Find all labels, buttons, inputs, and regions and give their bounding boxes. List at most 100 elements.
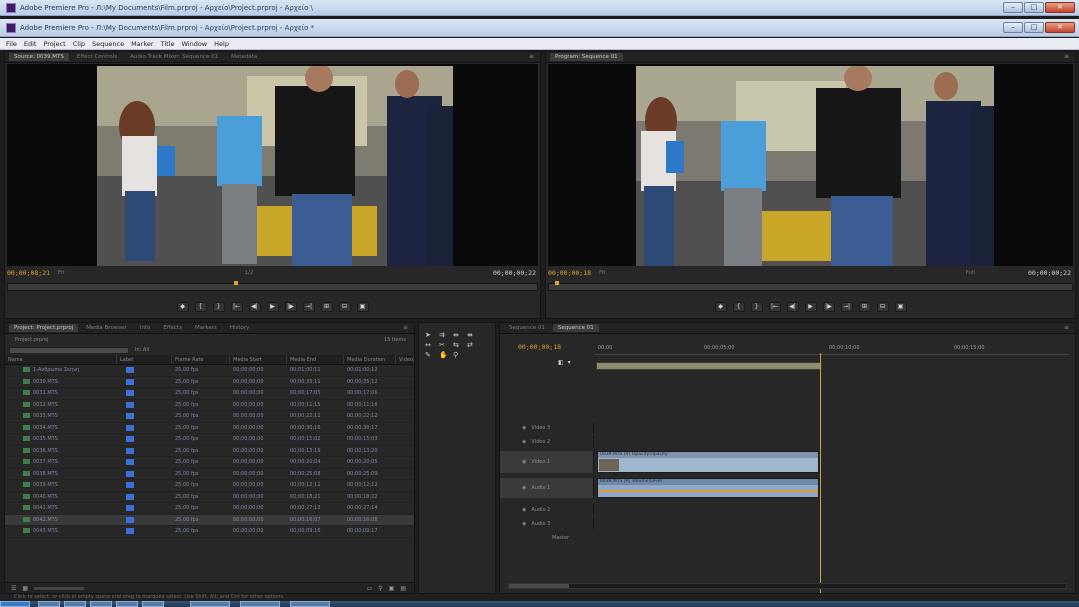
snap-icon[interactable]: ◧	[558, 359, 564, 366]
program-playhead[interactable]	[555, 281, 559, 285]
add-marker-icon[interactable]: ▾	[568, 359, 571, 366]
taskbar-app-2[interactable]	[64, 601, 86, 607]
project-item-row[interactable]: 0031.MTS 25,00 fps 00;00;00;00 00;00;17;05 0…	[5, 388, 414, 400]
project-item-row[interactable]: 0036.MTS 25,00 fps 00;00;00;00 00;00;13;19 0…	[5, 446, 414, 457]
source-resolution-select[interactable]: 1/2	[245, 270, 254, 276]
overwrite-button[interactable]: ⊟	[338, 302, 351, 312]
taskbar-app-4[interactable]	[116, 601, 138, 607]
timeline-current-timecode[interactable]: 00;00;00;18	[518, 343, 561, 351]
extract-button[interactable]: ⊟	[876, 302, 889, 312]
source-playhead[interactable]	[234, 281, 238, 285]
tab-metadata[interactable]: Metadata	[226, 53, 262, 61]
taskbar-app-6[interactable]	[190, 601, 230, 607]
toggle-output-icon[interactable]: ◉	[522, 425, 526, 431]
menu-sequence[interactable]: Sequence	[92, 40, 124, 48]
lift-button[interactable]: ⊞	[858, 302, 871, 312]
menu-file[interactable]: File	[6, 40, 17, 48]
tab-media-browser[interactable]: Media Browser	[81, 324, 132, 332]
mark-out-button[interactable]: }	[212, 302, 225, 312]
timeline-playhead[interactable]	[820, 353, 821, 593]
menu-window[interactable]: Window	[181, 40, 207, 48]
project-item-row[interactable]: 0039.MTS 25,00 fps 00;00;00;00 00;00;12;11 0…	[5, 480, 414, 492]
source-scrub-bar[interactable]	[7, 281, 538, 291]
icon-view-icon[interactable]: ▦	[22, 585, 28, 592]
hand-tool-icon[interactable]: ✋	[439, 351, 451, 359]
tab-sequence-01-b[interactable]: Sequence 01	[552, 324, 599, 332]
maximize-button[interactable]: □	[1024, 22, 1044, 33]
mark-out-button[interactable]: }	[750, 302, 763, 312]
column-media-end[interactable]: Media End	[287, 355, 344, 364]
project-item-row[interactable]: 0042.MTS 25,00 fps 00;00;00;00 00;00;16;07 0…	[5, 514, 414, 526]
panel-menu-icon[interactable]: ≡	[529, 53, 534, 60]
selection-tool-icon[interactable]: ➤	[425, 331, 437, 339]
project-item-row[interactable]: 0037.MTS 25,00 fps 00;00;00;00 00;00;20;04 0…	[5, 457, 414, 469]
menu-title[interactable]: Title	[161, 40, 175, 48]
work-area-bar[interactable]	[596, 362, 822, 370]
tab-info[interactable]: Info	[135, 324, 155, 332]
step-forward-button[interactable]: |▶	[284, 302, 297, 312]
play-button[interactable]: ▶	[266, 302, 279, 312]
rate-stretch-tool-icon[interactable]: ↔	[425, 341, 437, 349]
panel-menu-icon[interactable]: ≡	[1064, 53, 1069, 60]
toggle-output-icon[interactable]: ◉	[522, 439, 526, 445]
program-current-timecode[interactable]: 00;00;00;18	[548, 269, 591, 277]
mark-in-button[interactable]: {	[194, 302, 207, 312]
source-current-timecode[interactable]: 00;00;08;21	[7, 269, 50, 277]
toggle-track-icon[interactable]: ◉	[522, 485, 526, 491]
menu-clip[interactable]: Clip	[73, 40, 85, 48]
tab-sequence-01-a[interactable]: Sequence 01	[504, 324, 550, 332]
menu-edit[interactable]: Edit	[24, 40, 37, 48]
add-marker-button[interactable]: ◆	[176, 302, 189, 312]
go-to-in-button[interactable]: |←	[768, 302, 781, 312]
source-zoom-select[interactable]: Fit	[58, 270, 64, 276]
panel-menu-icon[interactable]: ≡	[1064, 324, 1069, 331]
column-media-duration[interactable]: Media Duration	[344, 355, 396, 364]
taskbar-app-3[interactable]	[90, 601, 112, 607]
project-item-row[interactable]: 0040.MTS 25,00 fps 00;00;00;00 00;00;18;21 0…	[5, 492, 414, 503]
export-frame-button[interactable]: ▣	[356, 302, 369, 312]
taskbar-app-5[interactable]	[142, 601, 164, 607]
project-item-row[interactable]: 0043.MTS 25,00 fps 00;00;00;00 00;00;09;16 0…	[5, 526, 414, 538]
close-button[interactable]: ✕	[1045, 2, 1075, 13]
tab-audio-mixer[interactable]: Audio Track Mixer: Sequence 01	[125, 53, 223, 61]
column-label[interactable]: Label	[117, 355, 172, 364]
new-item-icon[interactable]: ▣	[389, 585, 395, 592]
project-item-row[interactable]: 0038.MTS 25,00 fps 00;00;00;00 00;00;25;08 0…	[5, 469, 414, 480]
export-frame-button[interactable]: ▣	[894, 302, 907, 312]
taskbar-app-1[interactable]	[38, 601, 60, 607]
go-to-out-button[interactable]: →|	[840, 302, 853, 312]
tab-source[interactable]: Source: 0039.MTS	[9, 53, 69, 61]
mark-in-button[interactable]: {	[732, 302, 745, 312]
column-name[interactable]: Name	[5, 355, 117, 364]
rolling-edit-tool-icon[interactable]: ⇼	[467, 331, 479, 339]
step-back-button[interactable]: ◀|	[786, 302, 799, 312]
close-button[interactable]: ✕	[1045, 22, 1075, 33]
menu-marker[interactable]: Marker	[131, 40, 153, 48]
audio-clip[interactable]: 0039.MTS [A] Volume:Level	[597, 478, 819, 498]
project-search-input[interactable]	[9, 346, 129, 354]
project-item-row[interactable]: 0034.MTS 25,00 fps 00;00;00;00 00;00;30;16 0…	[5, 423, 414, 434]
minimize-button[interactable]: –	[1003, 22, 1023, 33]
tab-markers[interactable]: Markers	[190, 324, 222, 332]
project-item-row[interactable]: 0030.MTS 25,00 fps 00;00;00;00 00;00;35;11 0…	[5, 377, 414, 388]
slide-tool-icon[interactable]: ⇄	[467, 341, 479, 349]
step-forward-button[interactable]: |▶	[822, 302, 835, 312]
tab-effects[interactable]: Effects	[158, 324, 187, 332]
project-item-row[interactable]: 1-Ανθρωποι Σκηνη 25,00 fps 00;00;00;00 00;0…	[5, 365, 414, 377]
zoom-slider[interactable]	[34, 586, 85, 590]
toggle-track-icon[interactable]: ◉	[522, 521, 526, 527]
new-bin-icon[interactable]: ▭	[367, 585, 373, 592]
add-marker-button[interactable]: ◆	[714, 302, 727, 312]
tab-effect-controls[interactable]: Effect Controls	[72, 53, 122, 61]
tab-program[interactable]: Program: Sequence 01	[550, 53, 623, 61]
insert-button[interactable]: ⊞	[320, 302, 333, 312]
timeline-scroll-thumb[interactable]	[509, 584, 569, 588]
step-back-button[interactable]: ◀|	[248, 302, 261, 312]
program-zoom-select[interactable]: Fit	[599, 270, 605, 276]
list-view-icon[interactable]: ☰	[11, 585, 16, 592]
tab-project[interactable]: Project: Project.prproj	[9, 324, 79, 332]
taskbar-app-7[interactable]	[240, 601, 280, 607]
go-to-in-button[interactable]: |←	[230, 302, 243, 312]
column-frame-rate[interactable]: Frame Rate	[172, 355, 230, 364]
pen-tool-icon[interactable]: ✎	[425, 351, 437, 359]
